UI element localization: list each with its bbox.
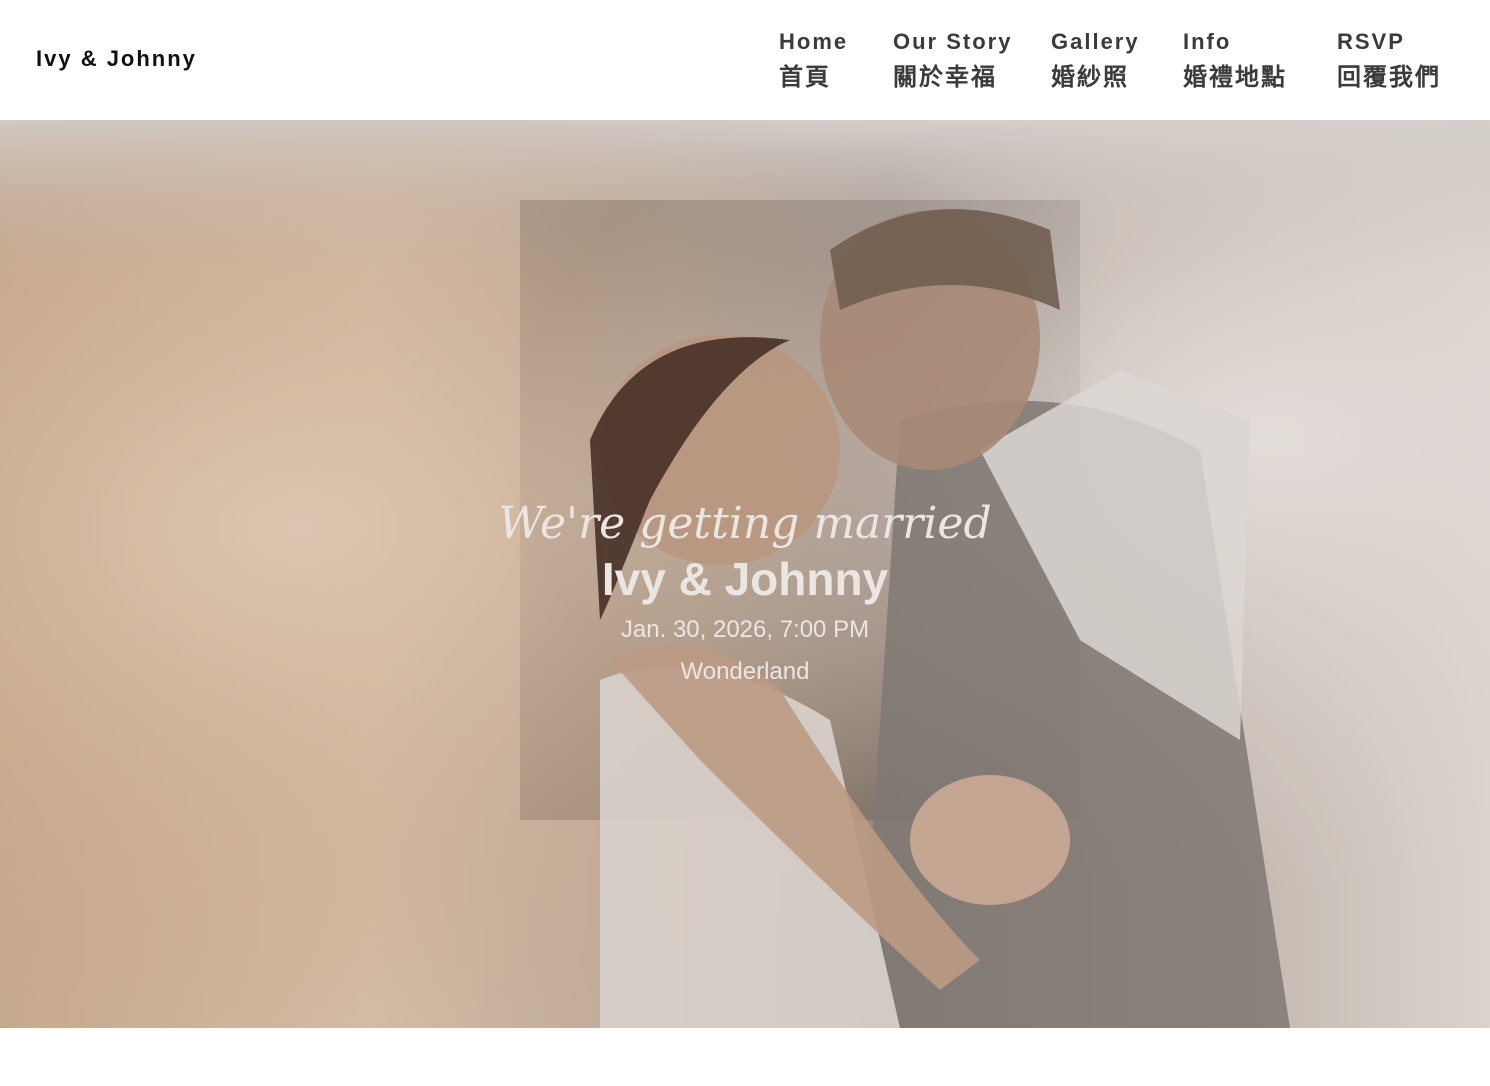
nav-label-en: Our Story — [893, 29, 1013, 54]
nav-label-zh: 回覆我們 — [1337, 63, 1441, 91]
nav-item-our-story[interactable]: Our Story 關於幸福 — [893, 28, 1012, 92]
page-bottom-spacer — [0, 1028, 1490, 1086]
hero-venue: Wonderland — [680, 658, 810, 685]
nav-item-rsvp[interactable]: RSVP 回覆我們 — [1337, 28, 1441, 92]
nav-item-gallery[interactable]: Gallery 婚紗照 — [1051, 28, 1140, 92]
nav-item-home[interactable]: Home 首頁 — [779, 28, 848, 92]
nav-label-en: Home — [779, 29, 849, 54]
nav-item-info[interactable]: Info 婚禮地點 — [1183, 28, 1287, 92]
nav-label-en: Gallery — [1051, 29, 1140, 54]
nav-label-zh: 關於幸福 — [893, 63, 997, 91]
brand-logo-text[interactable]: Ivy & Johnny — [36, 46, 197, 72]
hero-couple-names: Ivy & Johnny — [601, 553, 889, 605]
hero-tagline: We're getting married — [498, 498, 992, 549]
nav-label-en: RSVP — [1337, 29, 1405, 54]
nav-label-zh: 婚紗照 — [1051, 63, 1129, 91]
nav-label-zh: 首頁 — [779, 63, 831, 91]
site-header: Ivy & Johnny Home 首頁 Our Story 關於幸福 Gall… — [0, 0, 1490, 120]
nav-label-en: Info — [1183, 29, 1232, 54]
hero-banner: We're getting married Ivy & Johnny Jan. … — [0, 120, 1490, 1028]
nav-label-zh: 婚禮地點 — [1183, 63, 1287, 91]
hero-date: Jan. 30, 2026, 7:00 PM — [620, 616, 870, 643]
